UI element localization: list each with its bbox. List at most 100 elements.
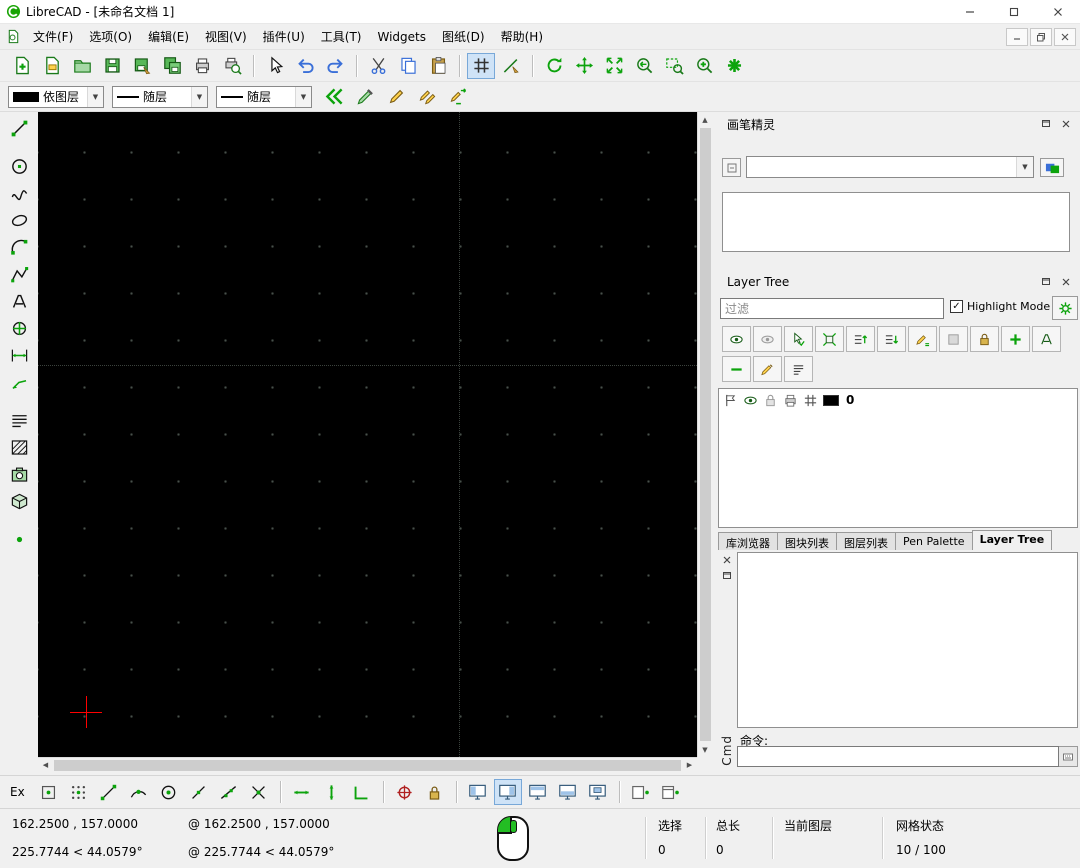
layer-info-button[interactable] [784, 356, 813, 382]
snap-free-button[interactable] [35, 779, 63, 805]
draft-mode-button[interactable] [497, 53, 525, 79]
menu-tools[interactable]: 工具(T) [313, 23, 370, 50]
point-tool-button[interactable] [4, 526, 34, 553]
hatch-tool-button[interactable] [4, 434, 34, 461]
current-layer-button[interactable] [784, 326, 813, 352]
snap-middle-button[interactable] [185, 779, 213, 805]
pen-wizard-list[interactable] [722, 192, 1070, 252]
layer-settings-button[interactable] [1052, 296, 1078, 320]
paste-button[interactable] [424, 53, 452, 79]
dock-left-button[interactable] [464, 779, 492, 805]
scroll-left-icon[interactable]: ◀ [38, 758, 53, 773]
previous-view-button[interactable] [630, 53, 658, 79]
redo-button[interactable] [321, 53, 349, 79]
menu-file[interactable]: 文件(F) [25, 23, 81, 50]
snap-center-button[interactable] [155, 779, 183, 805]
freeze-layer-button[interactable] [939, 326, 968, 352]
mdi-close-button[interactable] [1054, 28, 1076, 46]
lower-layer-button[interactable] [877, 326, 906, 352]
drawing-canvas[interactable] [38, 112, 697, 757]
layer-row[interactable]: 0 [719, 389, 1077, 411]
pen-wizard-combo[interactable]: ▼ [746, 156, 1034, 178]
pen-wizard-color-button[interactable] [1040, 158, 1064, 177]
insert-tool-button[interactable] [4, 315, 34, 342]
mdi-restore-button[interactable] [1030, 28, 1052, 46]
dock-close-button[interactable] [1058, 274, 1074, 290]
add-tab-button[interactable] [627, 779, 655, 805]
open-drawing-button[interactable] [68, 53, 96, 79]
pen-wizard-options-button[interactable] [722, 158, 741, 177]
save-button[interactable] [98, 53, 126, 79]
undo-button[interactable] [291, 53, 319, 79]
copy-button[interactable] [394, 53, 422, 79]
scroll-down-icon[interactable]: ▼ [698, 742, 713, 757]
highlight-mode-checkbox[interactable]: ✓ Highlight Mode [950, 300, 1050, 313]
rename-layer-button[interactable] [753, 356, 782, 382]
pick-pen-button[interactable] [351, 84, 379, 110]
horizontal-scrollbar[interactable]: ◀ ▶ [38, 757, 697, 772]
close-button[interactable] [1036, 0, 1080, 23]
print-preview-button[interactable] [218, 53, 246, 79]
mtext-tool-button[interactable] [4, 407, 34, 434]
zoom-out-button[interactable] [720, 53, 748, 79]
menu-drawings[interactable]: 图纸(D) [434, 23, 493, 50]
snap-entity-button[interactable] [125, 779, 153, 805]
hide-all-layers-button[interactable] [753, 326, 782, 352]
zoom-in-button[interactable] [690, 53, 718, 79]
show-all-layers-button[interactable] [722, 326, 751, 352]
add-window-button[interactable] [657, 779, 685, 805]
command-history[interactable] [737, 552, 1078, 728]
spline-tool-button[interactable] [4, 180, 34, 207]
horizontal-scroll-thumb[interactable] [54, 760, 681, 771]
maximize-button[interactable] [992, 0, 1036, 23]
layer-print-icon[interactable] [783, 393, 798, 408]
cut-button[interactable] [364, 53, 392, 79]
dimension-tool-button[interactable] [4, 342, 34, 369]
dock-bottom-button[interactable] [554, 779, 582, 805]
dock-top-button[interactable] [524, 779, 552, 805]
pen-linetype-combo[interactable]: 随层 ▼ [216, 86, 312, 108]
checkbox-checked-icon[interactable]: ✓ [950, 300, 963, 313]
pen-width-combo[interactable]: 随层 ▼ [112, 86, 208, 108]
command-close-button[interactable] [719, 552, 735, 568]
back-button[interactable] [320, 84, 348, 110]
block-tool-button[interactable] [4, 488, 34, 515]
snap-distance-button[interactable] [215, 779, 243, 805]
line-tool-button[interactable] [4, 115, 34, 142]
command-input[interactable] [737, 746, 1059, 767]
vertical-scroll-thumb[interactable] [700, 128, 711, 741]
save-all-button[interactable] [158, 53, 186, 79]
image-tool-button[interactable] [4, 461, 34, 488]
lock-layer-button[interactable] [970, 326, 999, 352]
lock-relative-zero-button[interactable] [421, 779, 449, 805]
scroll-right-icon[interactable]: ▶ [682, 758, 697, 773]
pan-button[interactable] [570, 53, 598, 79]
vertical-scrollbar[interactable]: ▲ ▼ [697, 112, 712, 757]
save-as-button[interactable] [128, 53, 156, 79]
dock-close-button[interactable] [1058, 116, 1074, 132]
ellipse-tool-button[interactable] [4, 207, 34, 234]
command-float-button[interactable] [719, 568, 735, 584]
layer-name[interactable]: 0 [846, 393, 854, 407]
set-relative-zero-button[interactable] [391, 779, 419, 805]
restrict-horizontal-button[interactable] [288, 779, 316, 805]
layer-filter-input[interactable] [720, 298, 944, 319]
menu-edit[interactable]: 编辑(E) [140, 23, 197, 50]
menu-plugins[interactable]: 插件(U) [255, 23, 313, 50]
dock-float-button[interactable] [1038, 274, 1054, 290]
pen-color-combo[interactable]: 依图层 ▼ [8, 86, 104, 108]
layer-visible-eye-icon[interactable] [743, 393, 758, 408]
layer-color-swatch[interactable] [823, 395, 839, 406]
menu-help[interactable]: 帮助(H) [493, 23, 551, 50]
layer-list[interactable]: 0 [718, 388, 1078, 528]
remove-layer-button[interactable] [722, 356, 751, 382]
arc-tool-button[interactable] [4, 234, 34, 261]
print-button[interactable] [188, 53, 216, 79]
zoom-auto-button[interactable] [600, 53, 628, 79]
leader-tool-button[interactable] [4, 369, 34, 396]
add-layer-button[interactable] [1001, 326, 1030, 352]
new-from-template-button[interactable] [38, 53, 66, 79]
snap-intersection-button[interactable] [245, 779, 273, 805]
restrict-vertical-button[interactable] [318, 779, 346, 805]
circle-tool-button[interactable] [4, 153, 34, 180]
